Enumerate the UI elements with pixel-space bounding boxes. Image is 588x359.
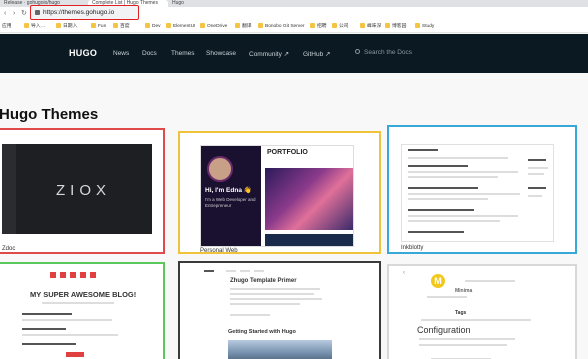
page-title: Hugo Themes xyxy=(0,106,99,123)
bookmarks-bar: 应用 导入… 日期入 Fun 百度 Dev ElementUI OneDrive… xyxy=(0,21,588,33)
configuration-heading: Configuration xyxy=(417,325,471,335)
theme-thumbnail: ZIOX xyxy=(2,144,152,234)
portfolio-title: PORTFOLIO xyxy=(267,149,308,156)
theme-thumbnail: Hi, I'm Edna 👋 I'm a Web Developer and E… xyxy=(200,145,354,247)
theme-card-zdoc[interactable]: ZIOX Zdoc xyxy=(0,128,165,254)
bookmark-item[interactable]: 导入… xyxy=(24,23,45,31)
nav-link-news[interactable]: News xyxy=(113,50,129,57)
url-field[interactable]: https://themes.gohugo.io xyxy=(30,5,139,20)
primer-title: Zhugo Template Primer xyxy=(230,278,297,284)
folder-icon xyxy=(145,23,150,28)
folder-icon xyxy=(113,23,118,28)
left-arrow-icon: ‹ xyxy=(403,270,405,276)
bookmark-item[interactable]: 百度 xyxy=(113,23,130,31)
primer-subtitle: Getting Started with Hugo xyxy=(228,329,296,335)
theme-card-personal-web[interactable]: Hi, I'm Edna 👋 I'm a Web Developer and E… xyxy=(178,131,381,254)
folder-icon xyxy=(91,23,96,28)
git-icon xyxy=(258,23,263,28)
search-icon xyxy=(355,49,360,54)
theme-card[interactable]: MY SUPER AWESOME BLOG! xyxy=(0,262,165,359)
theme-thumbnail: Zhugo Template Primer Getting Started wi… xyxy=(200,266,360,359)
folder-icon xyxy=(24,23,29,28)
url-text: https://themes.gohugo.io xyxy=(43,9,115,16)
nav-link-github[interactable]: GitHub ↗ xyxy=(303,50,330,58)
nav-link-docs[interactable]: Docs xyxy=(142,50,157,57)
bookmark-item[interactable]: 应用 xyxy=(2,23,12,31)
tab-label: Hugo xyxy=(172,0,184,6)
nav-link-showcase[interactable]: Showcase xyxy=(206,50,236,57)
folder-icon xyxy=(56,23,61,28)
bookmark-item[interactable]: Study xyxy=(415,23,434,31)
thumb-logo-text: ZIOX xyxy=(56,182,112,199)
site-header: HUGO News Docs Themes Showcase Community… xyxy=(0,34,588,73)
search-placeholder: Search the Docs xyxy=(364,49,413,56)
bookmark-item[interactable]: ElementUI xyxy=(166,23,195,31)
theme-thumbnail xyxy=(401,144,554,242)
theme-card[interactable]: Zhugo Template Primer Getting Started wi… xyxy=(178,261,381,359)
bookmark-item[interactable]: 翻译 xyxy=(235,23,252,31)
folder-icon xyxy=(415,23,420,28)
reload-icon[interactable]: ↻ xyxy=(21,10,27,18)
bookmark-item[interactable]: Bonobo Git Server xyxy=(258,23,304,31)
nav-link-themes[interactable]: Themes xyxy=(171,50,194,57)
hero-subtitle: I'm a Web Developer and Entrepreneur xyxy=(205,197,256,208)
theme-thumbnail: MY SUPER AWESOME BLOG! xyxy=(2,268,152,359)
avatar xyxy=(207,156,233,182)
theme-name[interactable]: Zdoc xyxy=(2,246,15,252)
lock-icon xyxy=(35,10,40,15)
bookmark-item[interactable]: 博客园 xyxy=(385,23,406,31)
theme-name[interactable]: Inkblotty xyxy=(401,245,423,251)
tags-label: Tags xyxy=(455,310,467,316)
forward-arrow-icon[interactable]: › xyxy=(13,10,15,18)
blog-title: MY SUPER AWESOME BLOG! xyxy=(30,290,137,299)
minima-logo-icon: M xyxy=(431,274,445,288)
bookmark-item[interactable]: OneDrive xyxy=(200,23,227,31)
hero-greeting: Hi, I'm Edna 👋 xyxy=(205,187,252,194)
translate-icon xyxy=(235,23,240,28)
portfolio-hero-image xyxy=(265,168,353,230)
theme-thumbnail: ‹ Minima M Tags Configuration xyxy=(401,268,561,359)
bookmark-item[interactable]: 峰味深 xyxy=(360,23,381,31)
folder-icon xyxy=(310,23,315,28)
folder-icon xyxy=(332,23,337,28)
search-box[interactable]: Search the Docs xyxy=(355,49,412,56)
bookmark-item[interactable]: Dev xyxy=(145,23,161,31)
theme-name[interactable]: Personal Web xyxy=(200,248,238,254)
page-icon xyxy=(166,23,171,28)
browser-tab[interactable]: Hugo xyxy=(168,0,228,7)
folder-icon xyxy=(385,23,390,28)
minima-title: Minima xyxy=(455,288,473,294)
back-arrow-icon[interactable]: ‹ xyxy=(4,10,6,18)
bookmark-item[interactable]: Fun xyxy=(91,23,106,31)
cloud-icon xyxy=(200,23,205,28)
folder-icon xyxy=(360,23,365,28)
theme-card[interactable]: ‹ Minima M Tags Configuration xyxy=(387,264,577,359)
bookmark-item[interactable]: 公司 xyxy=(332,23,349,31)
mountain-image xyxy=(228,340,332,359)
theme-card-inkblotty[interactable]: Inkblotty xyxy=(387,125,577,254)
bookmark-item[interactable]: 招聘 xyxy=(310,23,327,31)
nav-link-community[interactable]: Community ↗ xyxy=(249,50,289,58)
site-logo[interactable]: HUGO xyxy=(69,48,97,58)
bookmark-item[interactable]: 日期入 xyxy=(56,23,77,31)
